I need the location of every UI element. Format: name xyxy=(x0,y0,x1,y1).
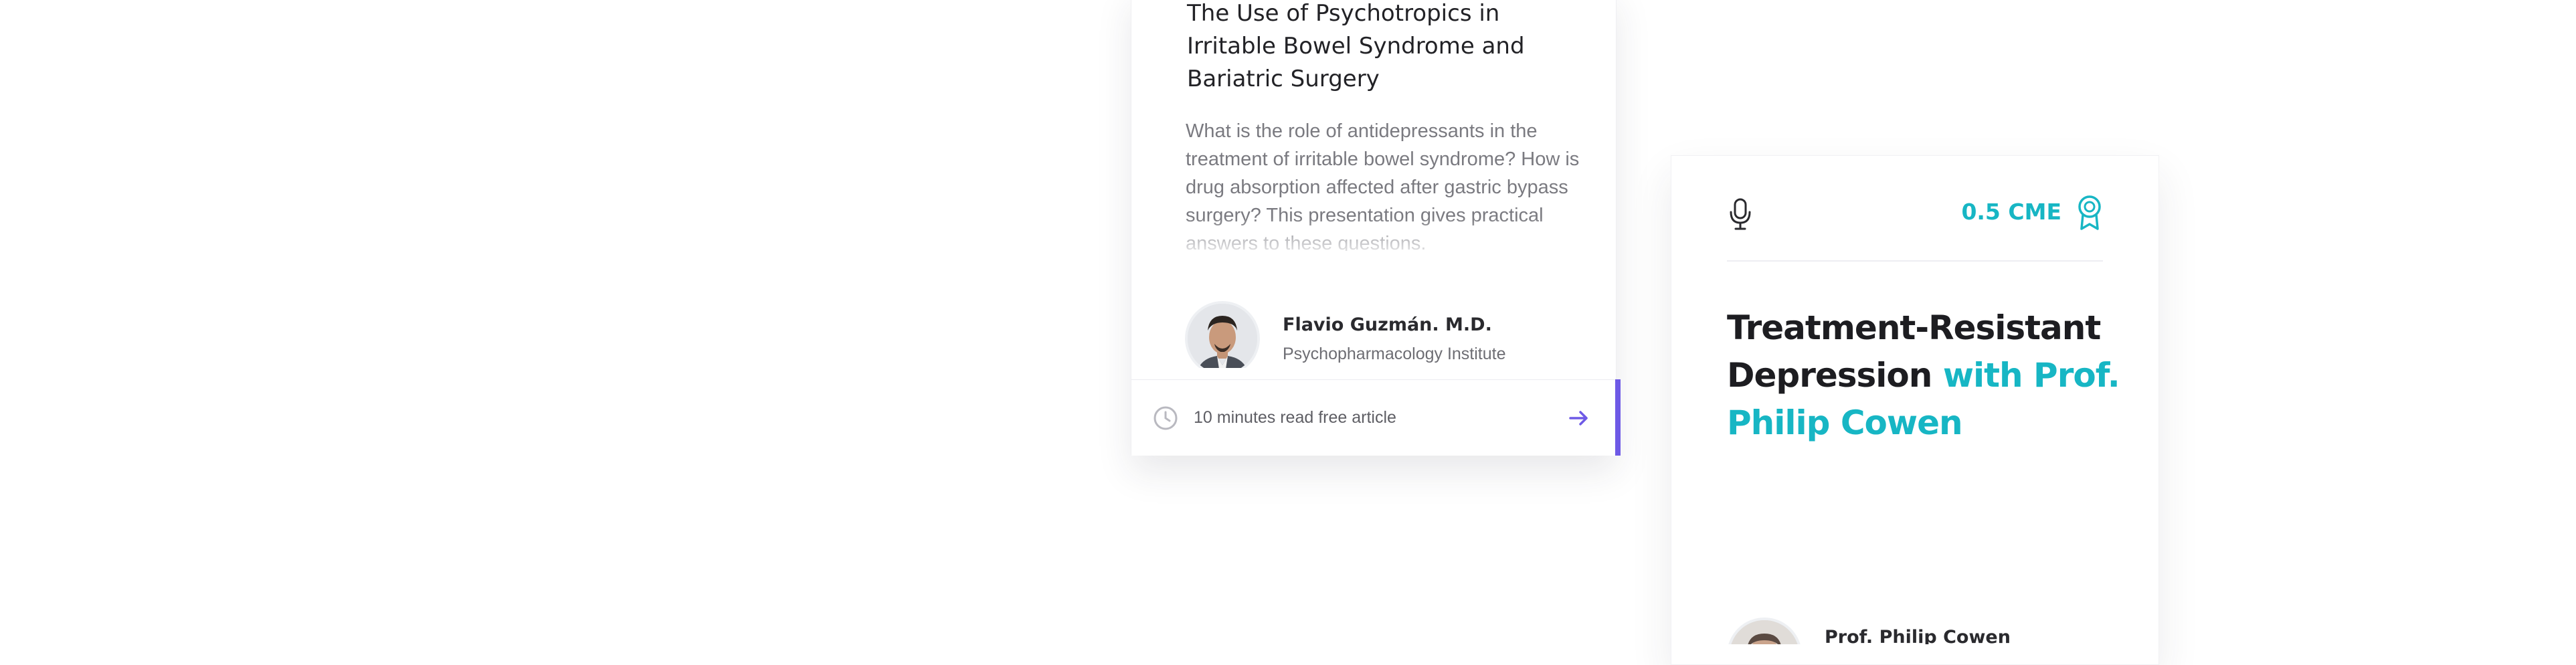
article-card[interactable]: The Use of Psychotropics in Irritable Bo… xyxy=(1131,0,1621,456)
award-ribbon-icon xyxy=(2076,195,2103,231)
author-institution: Psychopharmacology Institute xyxy=(1283,345,1506,363)
podcast-author: Prof. Philip Cowen xyxy=(1727,618,2128,644)
podcast-author-name: Prof. Philip Cowen xyxy=(1825,627,2011,644)
article-footer[interactable]: 10 minutes read free article xyxy=(1131,379,1621,456)
podcast-card[interactable]: 0.5 CME Treatment-Resistant Depression w… xyxy=(1671,155,2159,665)
author-name: Flavio Guzmán. M.D. xyxy=(1283,314,1492,335)
read-time-label: 10 minutes read free article xyxy=(1194,408,1396,427)
article-author: Flavio Guzmán. M.D. Psychopharmacology I… xyxy=(1185,301,1600,368)
microphone-icon xyxy=(1728,197,1752,231)
clock-icon xyxy=(1153,405,1178,431)
podcast-author-avatar xyxy=(1727,618,1802,644)
arrow-right-icon[interactable] xyxy=(1568,407,1590,430)
podcast-title[interactable]: Treatment-Resistant Depression with Prof… xyxy=(1727,304,2128,447)
author-avatar xyxy=(1185,301,1260,368)
cme-credit-label: 0.5 CME xyxy=(1961,199,2061,225)
card-divider xyxy=(1727,260,2103,262)
excerpt-fade xyxy=(1186,217,1587,254)
article-title[interactable]: The Use of Psychotropics in Irritable Bo… xyxy=(1187,0,1562,96)
footer-accent-bar xyxy=(1615,379,1621,456)
